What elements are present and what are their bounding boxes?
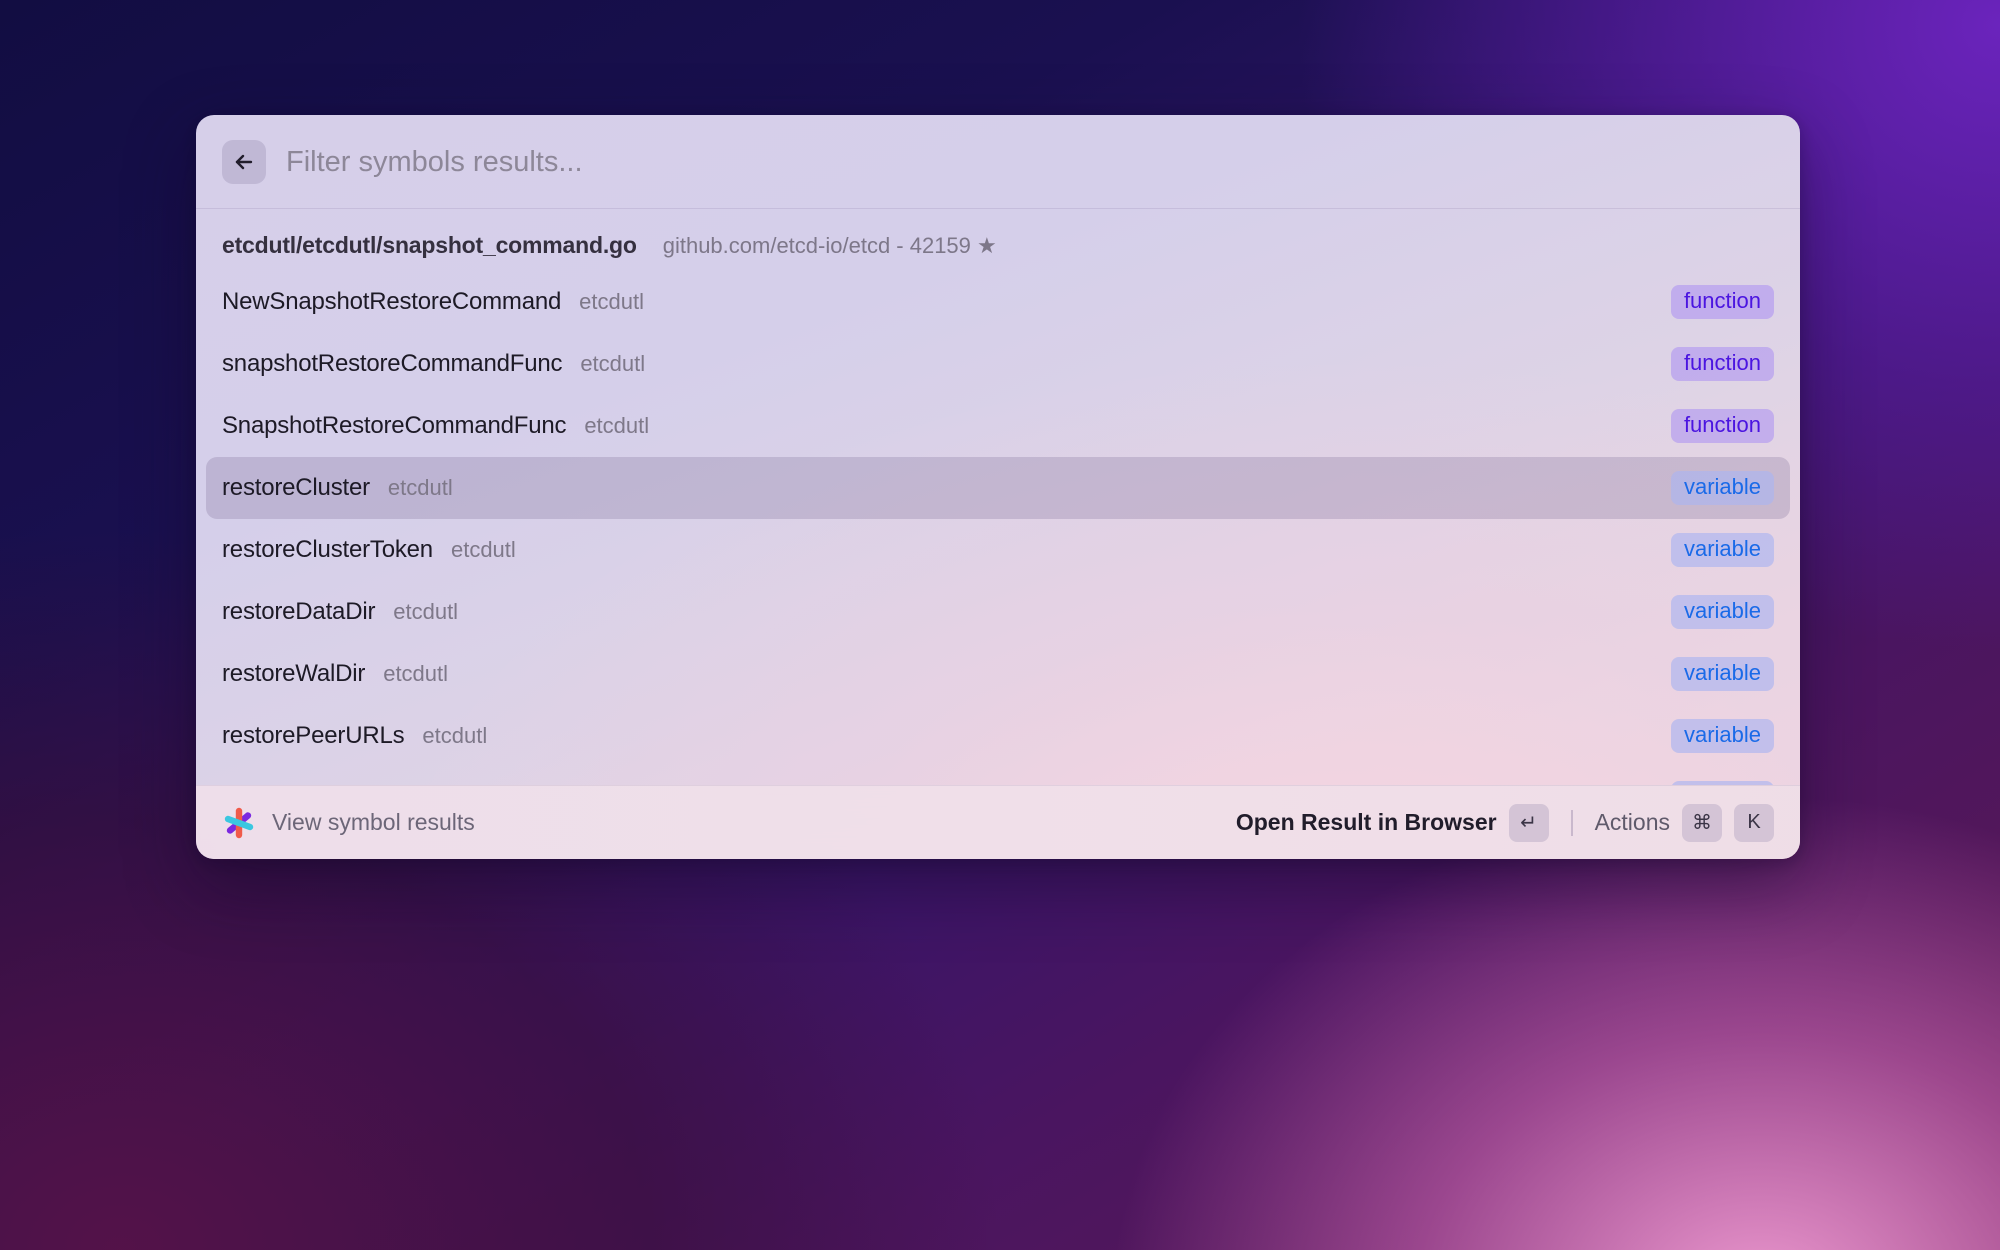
symbol-package: etcdutl [579,289,644,314]
table-row[interactable]: restoreCluster etcdutl variable [206,457,1790,519]
symbol-kind-badge: function [1670,409,1774,443]
symbol-name: restoreDataDir [222,598,376,625]
symbol-name: snapshotRestoreCommandFunc [222,350,563,377]
result-group-header: etcdutl/etcdutl/snapshot_command.go gith… [196,210,1800,271]
symbol-name: restorePeerURLs [222,722,405,749]
symbol-name: restoreWalDir [222,660,366,687]
result-rows: NewSnapshotRestoreCommand etcdutl function… [196,271,1800,785]
symbol-kind-badge: variable [1670,719,1774,753]
symbol-kind-badge: variable [1670,471,1774,505]
table-row[interactable]: restorePeerURLs etcdutl variable [206,705,1790,767]
command-palette-window: etcdutl/etcdutl/snapshot_command.go gith… [196,115,1800,859]
symbol-package: etcdutl [422,723,488,748]
symbol-kind-badge: function [1670,285,1774,319]
symbol-name: NewSnapshotRestoreCommand [222,288,562,315]
symbol-kind-badge: variable [1670,657,1774,691]
enter-key[interactable]: ↵ [1508,803,1549,842]
symbol-kind-badge: variable [1670,533,1774,567]
actions-label: Actions [1594,809,1670,835]
symbol-package: etcdutl [387,475,453,500]
primary-action-label: Open Result in Browser [1235,809,1497,835]
symbol-package: etcdutl [450,537,516,562]
back-button[interactable] [222,139,266,184]
desktop-background: etcdutl/etcdutl/snapshot_command.go gith… [0,0,2000,1250]
palette-header [196,115,1800,209]
table-row[interactable]: snapshotRestoreCommandFunc etcdutl functio… [206,333,1790,395]
command-key[interactable]: ⌘ [1682,803,1722,842]
open-result-in-browser-action[interactable]: Open Result in Browser ↵ [1235,803,1549,842]
sourcegraph-asterisk-logo [222,806,256,840]
symbol-name: restoreCluster [222,474,370,501]
table-row[interactable]: SnapshotRestoreCommandFunc etcdutl functio… [206,395,1790,457]
results-list[interactable]: etcdutl/etcdutl/snapshot_command.go gith… [196,210,1800,785]
symbol-kind-badge: variable [1670,595,1774,629]
symbol-name: SnapshotRestoreCommandFunc [222,412,567,439]
table-row[interactable]: restoreNameetcdutlvariable [206,767,1790,785]
symbol-kind-badge: function [1670,347,1774,381]
actions-menu-trigger[interactable]: Actions ⌘ K [1594,803,1774,842]
symbol-package: etcdutl [580,351,646,376]
symbol-name: restoreClusterToken [222,536,433,563]
footer-divider [1570,809,1573,836]
k-key[interactable]: K [1734,803,1774,842]
table-row[interactable]: restoreClusterToken etcdutl variable [206,519,1790,581]
table-row[interactable]: NewSnapshotRestoreCommand etcdutl function [206,271,1790,333]
arrow-left-icon [232,150,256,174]
symbol-package: etcdutl [393,599,459,624]
symbol-package: etcdutl [383,661,449,686]
search-input[interactable] [286,138,1774,185]
group-file-path: etcdutl/etcdutl/snapshot_command.go [222,232,637,258]
palette-footer: View symbol results Open Result in Brows… [196,785,1800,859]
table-row[interactable]: restoreWalDir etcdutl variable [206,643,1790,705]
symbol-package: etcdutl [584,413,650,438]
group-repo-info: github.com/etcd-io/etcd - 42159 ★ [662,233,997,258]
footer-context-label: View symbol results [272,809,475,835]
table-row[interactable]: restoreDataDir etcdutl variable [206,581,1790,643]
